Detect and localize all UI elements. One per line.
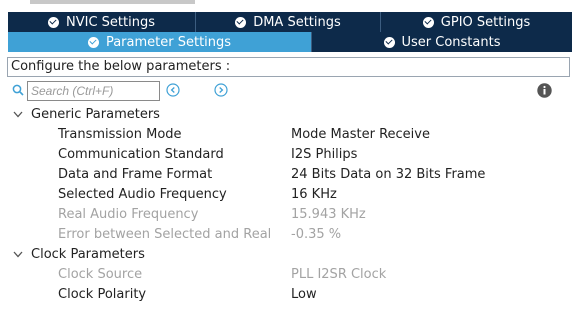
param-value[interactable]: I2S Philips <box>291 145 357 165</box>
param-row-frequency-error: Error between Selected and Real -0.35 % <box>0 225 572 245</box>
group-label: Clock Parameters <box>31 247 145 262</box>
param-row-real-audio-frequency: Real Audio Frequency 15.943 KHz <box>0 205 572 225</box>
tab-nvic-settings[interactable]: NVIC Settings <box>8 12 196 32</box>
param-value[interactable]: 24 Bits Data on 32 Bits Frame <box>291 165 485 185</box>
check-circle-icon <box>422 16 434 28</box>
param-row-clock-source: Clock Source PLL I2SR Clock <box>0 265 572 285</box>
tab-label: DMA Settings <box>253 14 341 30</box>
tab-gpio-settings[interactable]: GPIO Settings <box>381 12 572 32</box>
parameter-tree: Generic Parameters Transmission Mode Mod… <box>0 105 572 305</box>
param-name: Selected Audio Frequency <box>58 187 227 202</box>
search-input[interactable] <box>27 81 160 101</box>
param-name: Clock Polarity <box>58 287 147 302</box>
info-icon[interactable] <box>537 83 552 98</box>
param-row-communication-standard[interactable]: Communication Standard I2S Philips <box>0 145 572 165</box>
search-icon <box>12 84 24 96</box>
tab-parameter-settings[interactable]: Parameter Settings <box>8 32 312 52</box>
check-circle-icon <box>235 16 247 28</box>
param-row-selected-audio-frequency[interactable]: Selected Audio Frequency 16 KHz <box>0 185 572 205</box>
tab-row-2: Parameter Settings User Constants <box>8 32 572 52</box>
check-circle-icon <box>87 36 99 48</box>
tab-label: NVIC Settings <box>66 14 155 30</box>
group-label: Generic Parameters <box>31 107 160 122</box>
param-name: Data and Frame Format <box>58 167 213 182</box>
search-next-icon[interactable] <box>214 83 228 97</box>
tab-edge <box>30 0 195 4</box>
tab-label: GPIO Settings <box>440 14 531 30</box>
param-name: Clock Source <box>58 267 143 282</box>
param-value: -0.35 % <box>291 227 342 242</box>
param-row-transmission-mode[interactable]: Transmission Mode Mode Master Receive <box>0 125 572 145</box>
param-name: Communication Standard <box>58 147 224 162</box>
param-value[interactable]: Low <box>291 285 317 305</box>
top-strip <box>0 0 572 12</box>
param-name: Error between Selected and Real <box>58 227 272 242</box>
param-name: Real Audio Frequency <box>58 207 199 222</box>
param-row-data-frame-format[interactable]: Data and Frame Format 24 Bits Data on 32… <box>0 165 572 185</box>
group-clock-parameters[interactable]: Clock Parameters <box>0 245 572 265</box>
tab-user-constants[interactable]: User Constants <box>312 32 572 52</box>
param-row-clock-polarity[interactable]: Clock Polarity Low <box>0 285 572 305</box>
check-circle-icon <box>48 16 59 28</box>
param-value: 15.943 KHz <box>291 207 366 222</box>
search-previous-icon[interactable] <box>166 83 180 97</box>
tab-label: User Constants <box>401 34 501 50</box>
chevron-down-icon[interactable] <box>13 251 23 258</box>
tab-dma-settings[interactable]: DMA Settings <box>196 12 381 32</box>
chevron-down-icon[interactable] <box>13 111 23 118</box>
tab-label: Parameter Settings <box>105 34 232 50</box>
tab-row-1: NVIC Settings DMA Settings GPIO Settings <box>8 12 572 32</box>
configure-label: Configure the below parameters : <box>7 57 570 77</box>
param-value[interactable]: 16 KHz <box>291 185 337 205</box>
search-toolbar <box>12 80 560 102</box>
param-value: PLL I2SR Clock <box>291 267 387 282</box>
param-name: Transmission Mode <box>58 127 182 142</box>
group-generic-parameters[interactable]: Generic Parameters <box>0 105 572 125</box>
check-circle-icon <box>383 36 395 48</box>
param-value[interactable]: Mode Master Receive <box>291 125 430 145</box>
